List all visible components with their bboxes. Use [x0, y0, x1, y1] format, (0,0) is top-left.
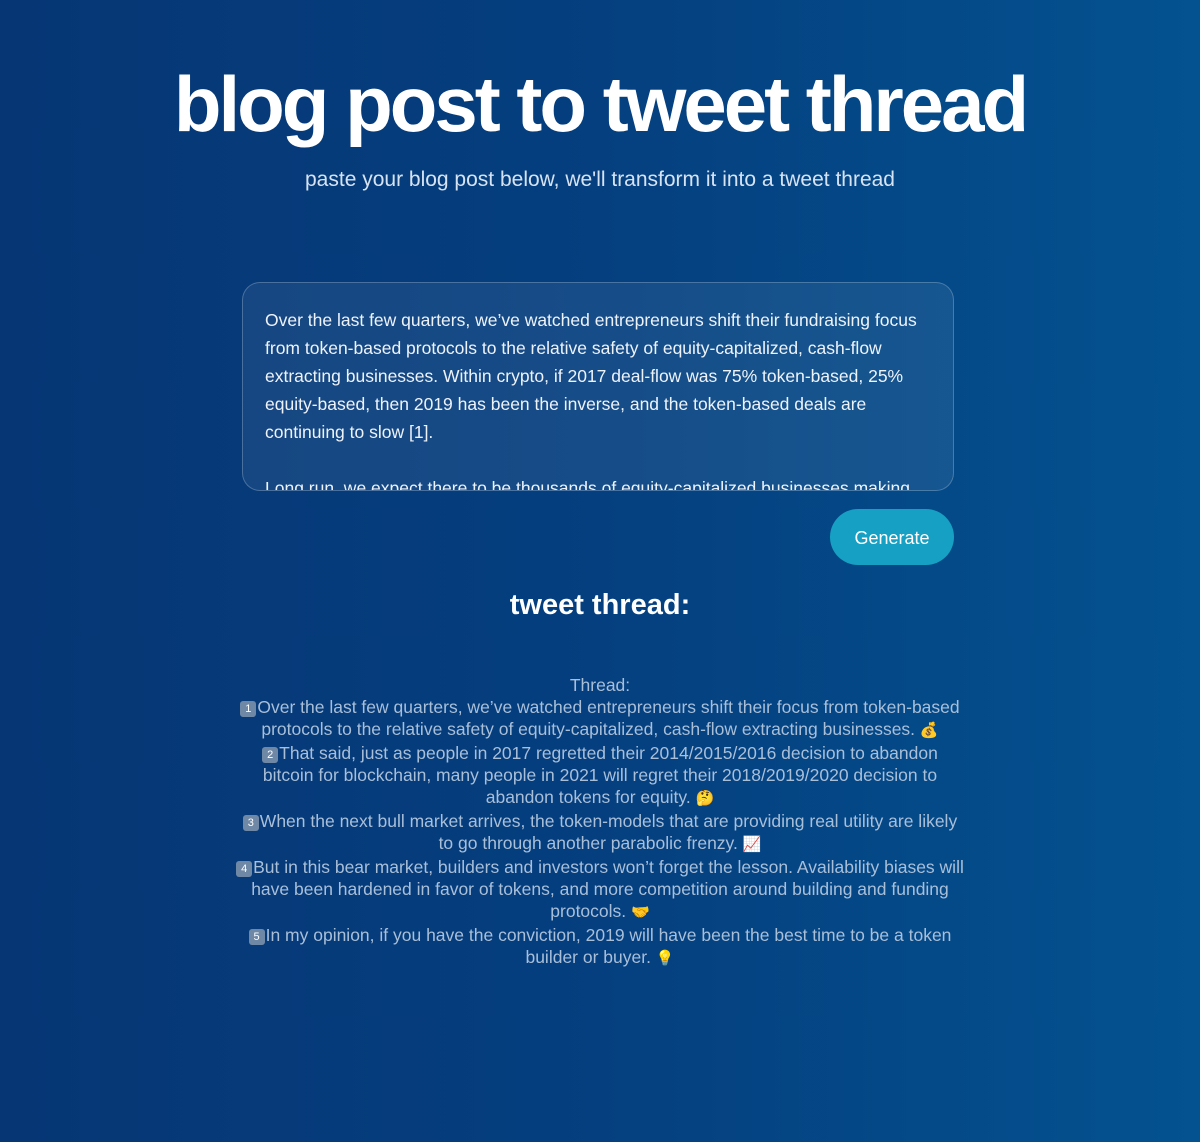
- tweet-3-text: When the next bull market arrives, the t…: [259, 811, 958, 853]
- thinking-face-icon: 🤔: [695, 790, 715, 807]
- light-bulb-icon: 💡: [655, 950, 675, 967]
- tweet-1-text: Over the last few quarters, we’ve watche…: [257, 697, 960, 739]
- handshake-icon: 🤝: [631, 904, 650, 921]
- tweet-2: 2 That said, just as people in 2017 regre…: [236, 742, 964, 810]
- tweet-3: 3 When the next bull market arrives, the …: [236, 810, 964, 856]
- keycap-2-icon: 2: [262, 747, 279, 763]
- keycap-5-icon: 5: [248, 929, 265, 945]
- blog-post-textarea[interactable]: Over the last few quarters, we’ve watche…: [242, 282, 954, 491]
- tweet-2-text: That said, just as people in 2017 regret…: [262, 743, 938, 807]
- tweet-1: 1 Over the last few quarters, we’ve watch…: [236, 696, 964, 742]
- tweet-5: 5 In my opinion, if you have the convicti…: [236, 924, 964, 970]
- chart-increasing-icon: 📈: [742, 836, 762, 853]
- generate-button[interactable]: Generate: [830, 509, 954, 565]
- money-bag-icon: 💰: [919, 722, 939, 739]
- tweet-4: 4 But in this bear market, builders and i…: [236, 856, 964, 924]
- tweet-4-text: But in this bear market, builders and in…: [251, 857, 964, 921]
- tweet-5-text: In my opinion, if you have the convictio…: [265, 925, 952, 967]
- blog-post-text: Over the last few quarters, we’ve watche…: [265, 310, 917, 491]
- page-title: blog post to tweet thread: [173, 60, 1029, 148]
- tweet-thread-output: Thread: 1 Over the last few quarters, we’…: [236, 674, 964, 970]
- page-subtitle: paste your blog post below, we'll transf…: [305, 168, 895, 191]
- keycap-3-icon: 3: [242, 815, 259, 831]
- output-heading: tweet thread:: [509, 589, 691, 621]
- thread-intro: Thread:: [569, 675, 631, 695]
- keycap-4-icon: 4: [236, 861, 253, 877]
- keycap-1-icon: 1: [240, 701, 257, 717]
